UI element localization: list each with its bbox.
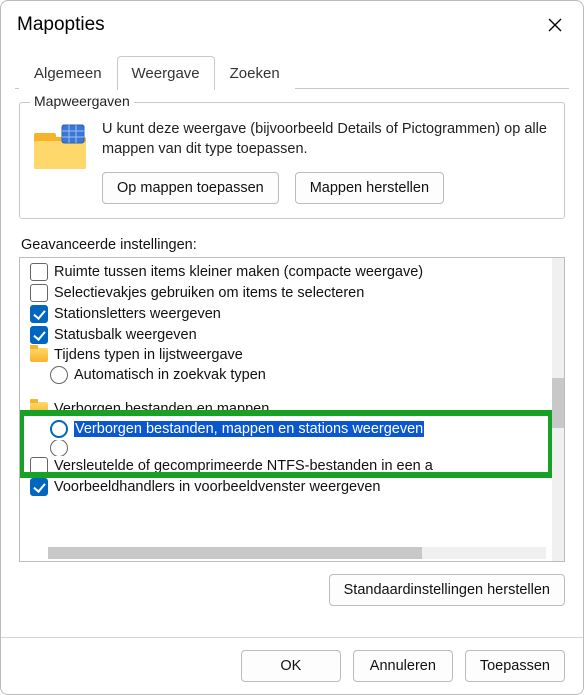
checkbox-encrypted-color[interactable] (30, 457, 48, 475)
restore-defaults-button[interactable]: Standaardinstellingen herstellen (329, 574, 565, 606)
close-icon (548, 18, 562, 32)
tab-general[interactable]: Algemeen (19, 56, 117, 90)
scrollbar-thumb[interactable] (48, 547, 422, 559)
scrollbar-thumb[interactable] (552, 378, 564, 428)
folder-icon (32, 123, 88, 171)
folder-icon (30, 348, 48, 362)
advanced-settings-label: Geavanceerde instellingen: (21, 237, 565, 253)
folder-options-dialog: Mapopties Algemeen Weergave Zoeken Mapwe… (0, 0, 584, 695)
cancel-button[interactable]: Annuleren (353, 650, 453, 682)
item-label: Tijdens typen in lijstweergave (54, 347, 243, 363)
checkbox-selection-checkboxes[interactable] (30, 284, 48, 302)
checkbox-compact-view[interactable] (30, 263, 48, 281)
item-label: Voorbeeldhandlers in voorbeeldvenster we… (54, 479, 380, 495)
titlebar: Mapopties (1, 1, 583, 45)
item-label: Stationsletters weergeven (54, 306, 221, 322)
item-label (74, 440, 78, 456)
tab-view[interactable]: Weergave (117, 56, 215, 90)
apply-to-folders-button[interactable]: Op mappen toepassen (102, 172, 279, 204)
item-label: Versleutelde of gecomprimeerde NTFS-best… (54, 458, 433, 474)
close-button[interactable] (541, 11, 569, 39)
item-label: Selectievakjes gebruiken om items te sel… (54, 285, 364, 301)
folder-views-group: Mapweergaven U kunt deze weergave (bijvo… (19, 102, 565, 219)
tab-content: Mapweergaven U kunt deze weergave (bijvo… (1, 102, 583, 606)
folder-icon (30, 402, 48, 416)
radio-hidden-other[interactable] (50, 440, 68, 456)
item-label: Automatisch in zoekvak typen (74, 367, 266, 383)
checkbox-drive-letters[interactable] (30, 305, 48, 323)
horizontal-scrollbar[interactable] (48, 547, 546, 559)
radio-auto-searchbox[interactable] (50, 366, 68, 384)
dialog-footer: OK Annuleren Toepassen (1, 637, 583, 694)
vertical-scrollbar[interactable] (552, 258, 564, 561)
item-label-selected: Verborgen bestanden, mappen en stations … (74, 421, 424, 437)
tab-strip: Algemeen Weergave Zoeken (1, 45, 583, 90)
apply-button[interactable]: Toepassen (465, 650, 565, 682)
tab-search[interactable]: Zoeken (215, 56, 295, 90)
radio-show-hidden[interactable] (50, 420, 68, 438)
folder-views-title: Mapweergaven (30, 93, 134, 109)
item-label: Statusbalk weergeven (54, 327, 197, 343)
item-label: Verborgen bestanden en mappen (54, 401, 269, 417)
ok-button[interactable]: OK (241, 650, 341, 682)
advanced-settings-tree[interactable]: Ruimte tussen items kleiner maken (compa… (19, 257, 565, 562)
folder-views-desc: U kunt deze weergave (bijvoorbeeld Detai… (102, 119, 552, 160)
window-title: Mapopties (17, 14, 105, 36)
reset-folders-button[interactable]: Mappen herstellen (295, 172, 444, 204)
item-label: Ruimte tussen items kleiner maken (compa… (54, 264, 423, 280)
checkbox-statusbar[interactable] (30, 326, 48, 344)
checkbox-preview-handlers[interactable] (30, 478, 48, 496)
